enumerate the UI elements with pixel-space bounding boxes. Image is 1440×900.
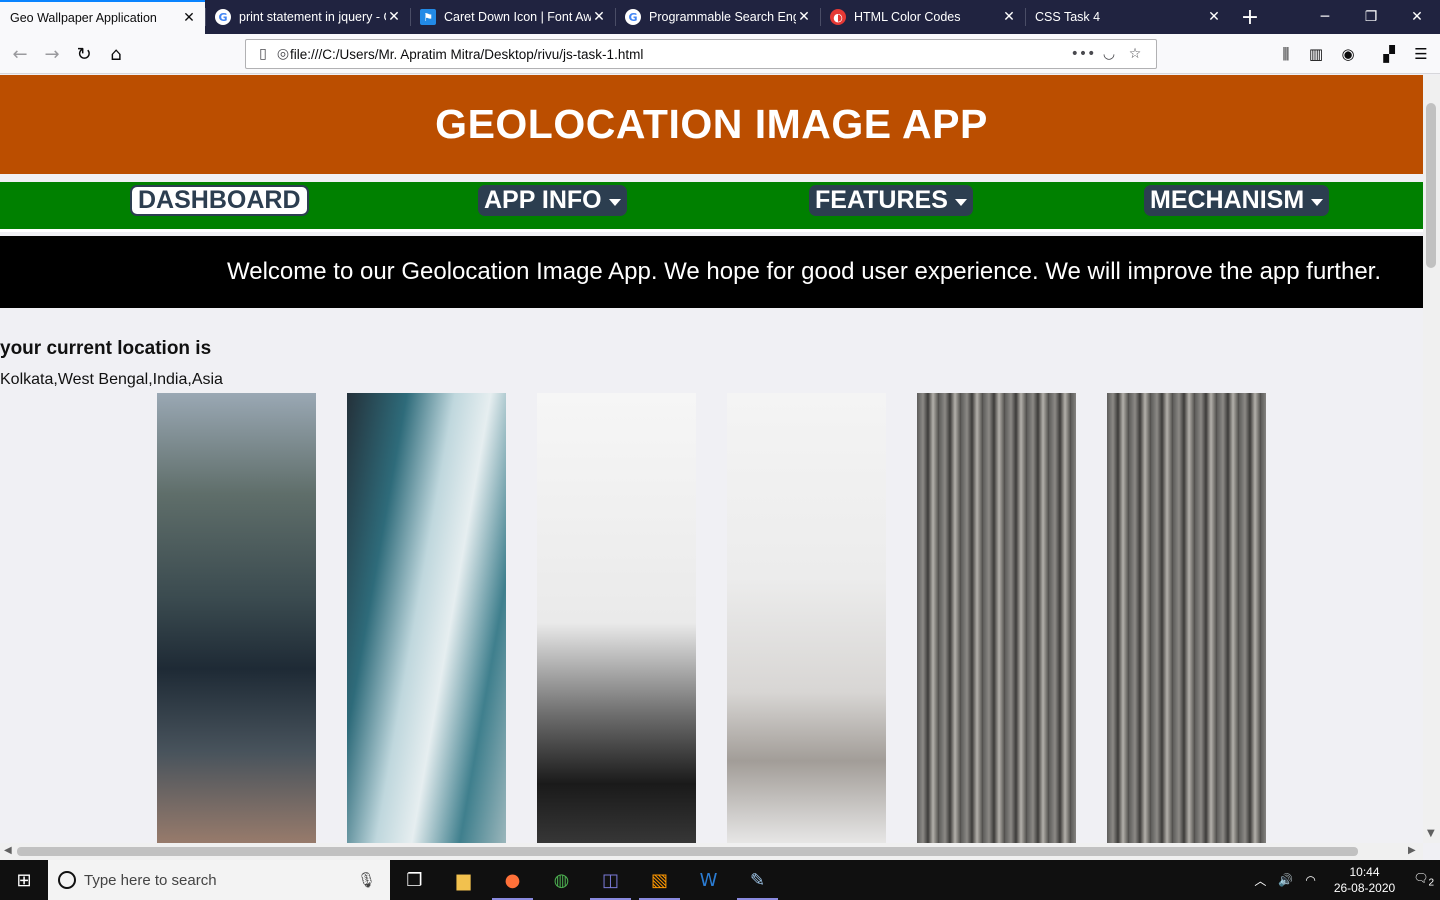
- home-icon[interactable]: ⌂: [102, 40, 130, 68]
- minimize-icon[interactable]: ─: [1302, 0, 1348, 34]
- clock-time: 10:44: [1349, 865, 1380, 879]
- menu-item-dashboard[interactable]: DASHBOARD: [130, 185, 309, 216]
- tab-html-color-codes[interactable]: ◐ HTML Color Codes ✕: [820, 0, 1025, 34]
- sidebar-icon[interactable]: ▥: [1302, 40, 1330, 68]
- close-window-icon[interactable]: ✕: [1394, 0, 1440, 34]
- tree-bark-photo: [1107, 393, 1266, 843]
- blurred-photo: [727, 393, 886, 843]
- cortana-icon: [58, 871, 76, 889]
- chevron-up-icon[interactable]: ︿: [1254, 872, 1266, 889]
- pocket-icon[interactable]: ◡: [1096, 46, 1122, 62]
- tab-caret-down-icon[interactable]: ⚑ Caret Down Icon | Font Aweso ✕: [410, 0, 615, 34]
- forward-arrow-icon[interactable]: →: [38, 40, 66, 68]
- menu-label: MECHANISM: [1150, 186, 1305, 214]
- car-window-photo: [347, 393, 506, 843]
- welcome-text: Welcome to our Geolocation Image App. We…: [227, 258, 1381, 285]
- location-value: Kolkata,West Bengal,India,Asia: [0, 371, 223, 388]
- tab-title: print statement in jquery - G: [239, 10, 386, 24]
- bookmark-star-icon[interactable]: ☆: [1122, 46, 1148, 62]
- chrome-icon[interactable]: ◍: [537, 860, 586, 900]
- scroll-down-icon[interactable]: ▼: [1427, 828, 1435, 839]
- location-heading: your current location is: [0, 338, 212, 359]
- tab-print-statement[interactable]: G print statement in jquery - G ✕: [205, 0, 410, 34]
- volume-icon[interactable]: 🔊: [1278, 873, 1293, 887]
- microphone-icon[interactable]: 🎙: [357, 871, 376, 889]
- welcome-marquee: Welcome to our Geolocation Image App. We…: [0, 236, 1423, 308]
- html-color-codes-icon: ◐: [830, 9, 846, 25]
- reload-icon[interactable]: ↻: [70, 40, 98, 68]
- menu-hamburger-icon[interactable]: ☰: [1407, 40, 1435, 68]
- system-tray: ︿ 🔊 ◠ 10:44 26-08-2020 🗨2: [1248, 864, 1440, 896]
- caret-down-icon: [1311, 199, 1324, 206]
- tab-title: Programmable Search Engine: [649, 10, 796, 24]
- close-tab-icon[interactable]: ✕: [386, 9, 402, 25]
- tab-title: HTML Color Codes: [854, 10, 961, 24]
- menu-label: FEATURES: [815, 186, 948, 214]
- sublime-text-icon[interactable]: ▧: [635, 860, 684, 900]
- tab-geo-wallpaper[interactable]: Geo Wallpaper Application ✕: [0, 0, 205, 34]
- wifi-icon[interactable]: ◠: [1305, 873, 1315, 887]
- page-title: GEOLOCATION IMAGE APP: [435, 101, 988, 147]
- tracking-protection-icon[interactable]: ◎: [270, 46, 296, 62]
- caret-down-icon: [954, 199, 967, 206]
- close-tab-icon[interactable]: ✕: [796, 9, 812, 25]
- menu-label: APP INFO: [484, 186, 602, 214]
- extensions-icon[interactable]: ▞: [1375, 40, 1403, 68]
- tab-title: Caret Down Icon | Font Aweso: [444, 10, 591, 24]
- app-header: GEOLOCATION IMAGE APP: [0, 75, 1423, 174]
- back-arrow-icon[interactable]: ←: [6, 40, 34, 68]
- file-explorer-icon[interactable]: ▆: [439, 860, 488, 900]
- clock-date: 26-08-2020: [1333, 881, 1396, 895]
- firefox-icon[interactable]: ●: [488, 860, 537, 900]
- fontawesome-flag-icon: ⚑: [420, 9, 436, 25]
- browser-nav-bar: ← → ↻ ⌂ ▯ ◎ file:///C:/Users/Mr. Apratim…: [0, 34, 1440, 74]
- menu-label: DASHBOARD: [138, 186, 301, 214]
- tab-title: CSS Task 4: [1035, 10, 1101, 24]
- taskbar-search-box[interactable]: Type here to search 🎙: [48, 860, 390, 900]
- vertical-scrollbar[interactable]: ▼: [1423, 75, 1440, 843]
- windows-start-icon[interactable]: ⊞: [0, 860, 48, 900]
- car-photo: [157, 393, 316, 843]
- menu-item-mechanism[interactable]: MECHANISM: [1144, 185, 1330, 216]
- tab-title: Geo Wallpaper Application: [10, 11, 157, 25]
- notification-count: 2: [1428, 877, 1434, 889]
- paint-icon[interactable]: ✎: [733, 860, 782, 900]
- url-text: file:///C:/Users/Mr. Apratim Mitra/Deskt…: [290, 46, 644, 62]
- tree-bark-photo: [917, 393, 1076, 843]
- tab-programmable-search[interactable]: G Programmable Search Engine ✕: [615, 0, 820, 34]
- main-menu: DASHBOARD APP INFO FEATURES MECHANISM: [0, 182, 1423, 232]
- scroll-left-icon[interactable]: ◀: [4, 845, 12, 856]
- menu-item-app-info[interactable]: APP INFO: [478, 185, 627, 216]
- scrollbar-thumb[interactable]: [17, 847, 1358, 856]
- tab-css-task-4[interactable]: CSS Task 4 ✕: [1025, 0, 1230, 34]
- word-icon[interactable]: W: [684, 860, 733, 900]
- vscode-icon[interactable]: ◫: [586, 860, 635, 900]
- scroll-right-icon[interactable]: ▶: [1408, 845, 1416, 856]
- close-tab-icon[interactable]: ✕: [591, 9, 607, 25]
- account-icon[interactable]: ◉: [1334, 40, 1362, 68]
- page-actions-icon[interactable]: •••: [1070, 46, 1096, 62]
- horizontal-scrollbar[interactable]: ◀ ▶: [0, 843, 1423, 860]
- new-tab-icon[interactable]: +: [1230, 0, 1270, 34]
- page-content: GEOLOCATION IMAGE APP DASHBOARD APP INFO…: [0, 75, 1423, 843]
- address-bar[interactable]: ▯ ◎ file:///C:/Users/Mr. Apratim Mitra/D…: [245, 39, 1157, 69]
- clock[interactable]: 10:44 26-08-2020: [1334, 864, 1395, 896]
- browser-tab-bar: Geo Wallpaper Application ✕ G print stat…: [0, 0, 1440, 34]
- notification-icon[interactable]: 🗨2: [1413, 871, 1434, 888]
- google-icon: G: [625, 9, 641, 25]
- power-line-photo: [537, 393, 696, 843]
- search-placeholder: Type here to search: [84, 871, 217, 889]
- close-tab-icon[interactable]: ✕: [1001, 9, 1017, 25]
- caret-down-icon: [608, 199, 621, 206]
- menu-item-features[interactable]: FEATURES: [809, 185, 973, 216]
- google-icon: G: [215, 9, 231, 25]
- close-tab-icon[interactable]: ✕: [181, 10, 197, 26]
- window-controls: ─ ❐ ✕: [1302, 0, 1440, 34]
- close-tab-icon[interactable]: ✕: [1206, 9, 1222, 25]
- task-view-icon[interactable]: ❐: [390, 860, 439, 900]
- scrollbar-thumb[interactable]: [1426, 103, 1436, 268]
- library-icon[interactable]: ⫼: [1272, 40, 1300, 68]
- restore-icon[interactable]: ❐: [1348, 0, 1394, 34]
- windows-taskbar: ⊞ Type here to search 🎙 ❐ ▆ ● ◍ ◫ ▧ W ✎ …: [0, 860, 1440, 900]
